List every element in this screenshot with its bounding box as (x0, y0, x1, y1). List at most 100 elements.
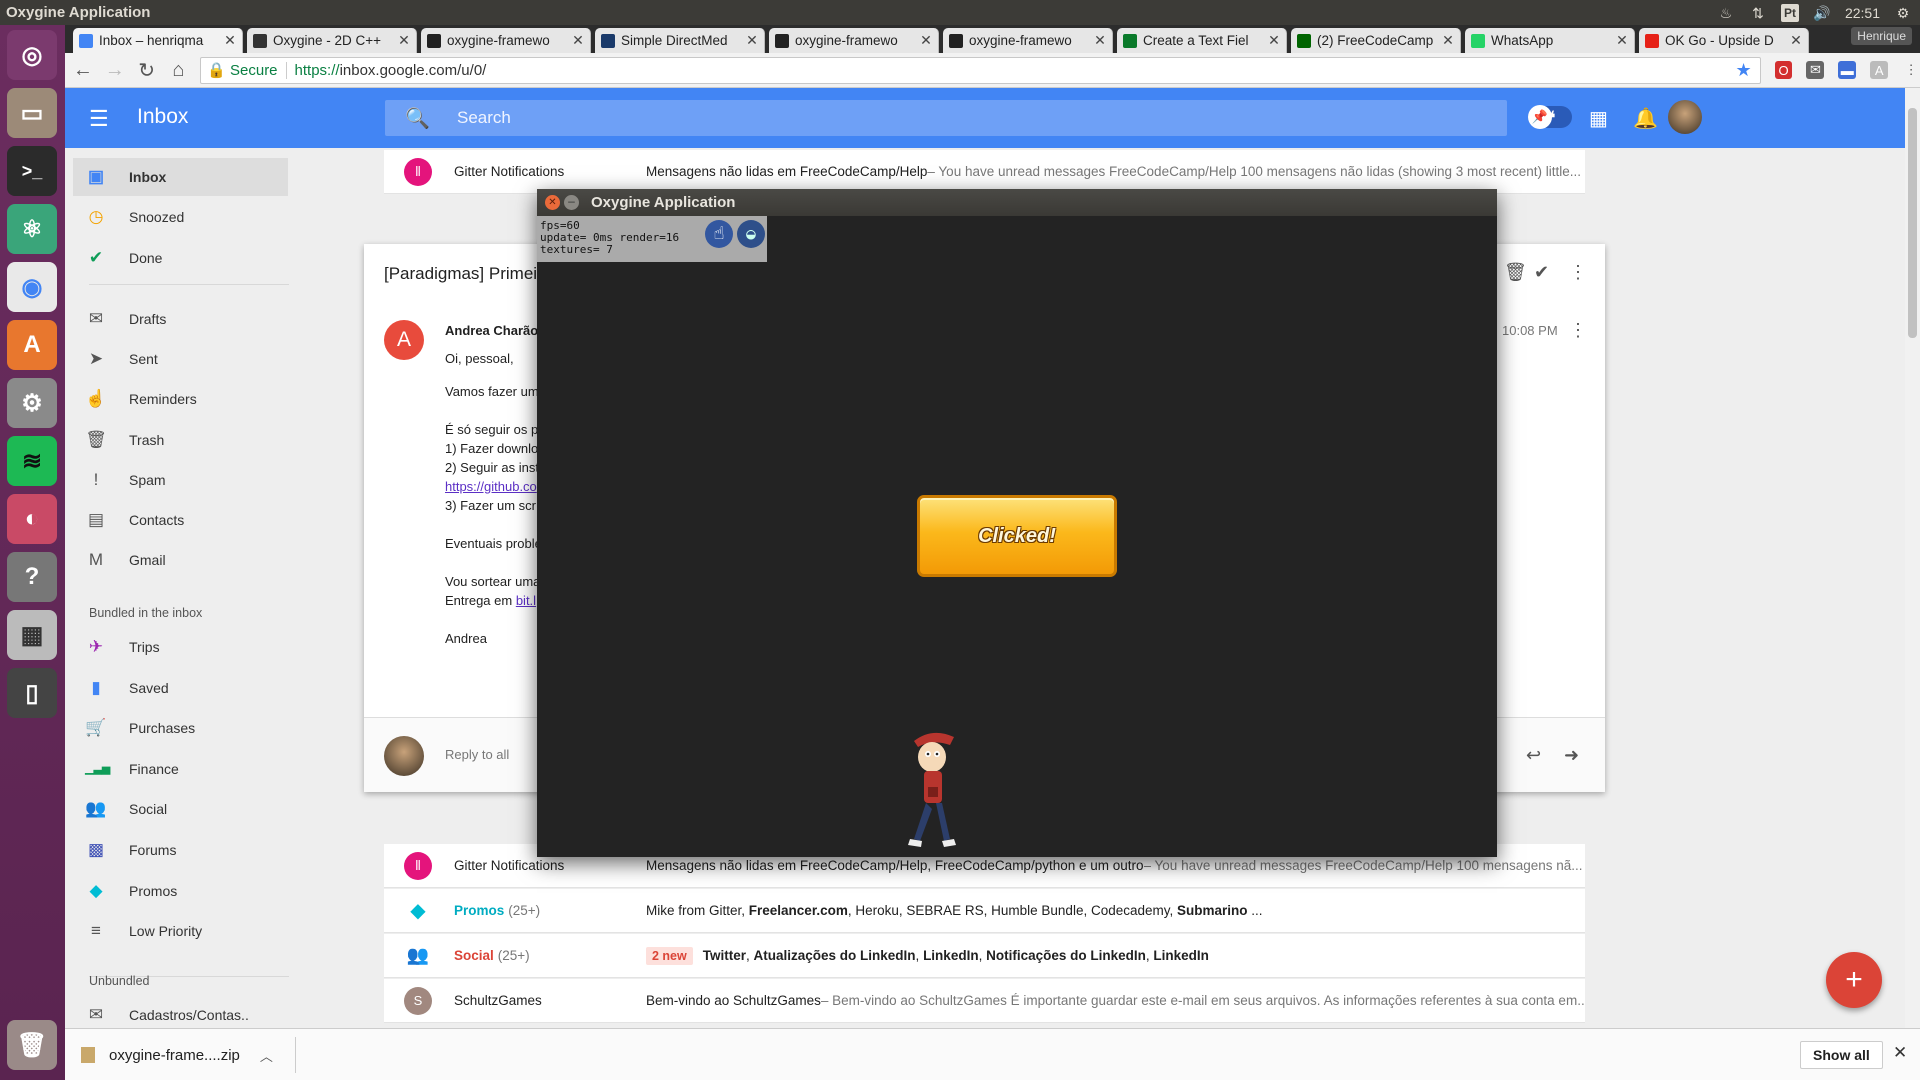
chrome-menu-icon[interactable]: ⋮ (1902, 61, 1920, 79)
sidebar-item-contacts[interactable]: ▤ Contacts (73, 501, 288, 539)
search-bar[interactable]: 🔍 (385, 100, 1507, 136)
tab[interactable]: Inbox – henriqma ✕ (73, 28, 243, 53)
tab[interactable]: Create a Text Fiel ✕ (1117, 28, 1287, 53)
mail-row-gitter-top[interactable]: ⫴ Gitter Notifications Mensagens não lid… (384, 150, 1585, 194)
sidebar-item-finance[interactable]: ▁▃▅ Finance (73, 750, 288, 788)
sidebar-item-forums[interactable]: ▩ Forums (73, 831, 288, 869)
profile-button[interactable]: Henrique (1851, 27, 1912, 45)
tab-close-icon[interactable]: ✕ (398, 32, 410, 49)
trash-icon[interactable]: 🗑 (7, 1020, 57, 1070)
sidebar-item-low-priority[interactable]: ≡ Low Priority (73, 912, 288, 950)
sidebar-item-gmail[interactable]: M Gmail (73, 541, 288, 579)
tab-close-icon[interactable]: ✕ (1790, 32, 1802, 49)
calculator-icon[interactable]: ▦ (7, 610, 57, 660)
show-all-button[interactable]: Show all (1800, 1041, 1883, 1069)
opera-extension-icon[interactable]: O (1774, 61, 1793, 79)
mail-body-link[interactable]: bit.l (516, 593, 536, 608)
tab[interactable]: Oxygine - 2D C++ ✕ (247, 28, 417, 53)
mail-extension-icon[interactable]: ✉ (1806, 61, 1825, 79)
hat-icon[interactable]: ◒ (737, 220, 765, 248)
sender-name[interactable]: Andrea Charão (445, 323, 538, 338)
tab[interactable]: oxygine-framewo ✕ (769, 28, 939, 53)
tab-close-icon[interactable]: ✕ (920, 32, 932, 49)
tab-close-icon[interactable]: ✕ (1616, 32, 1628, 49)
tab[interactable]: oxygine-framewo ✕ (943, 28, 1113, 53)
sidebar-item-social[interactable]: 👥 Social (73, 790, 288, 828)
phone-icon[interactable]: ▯ (7, 668, 57, 718)
volume-icon[interactable]: 🔊 (1813, 4, 1831, 22)
notifications-bell-icon[interactable]: 🔔 (1633, 106, 1658, 131)
keyboard-layout-indicator[interactable]: Pt (1780, 3, 1799, 22)
sidebar-item-inbox[interactable]: ▣ Inbox (73, 158, 288, 196)
tab-close-icon[interactable]: ✕ (1268, 32, 1280, 49)
delete-icon[interactable]: 🗑 (1504, 262, 1527, 283)
tab[interactable]: (2) FreeCodeCamp ✕ (1291, 28, 1461, 53)
hangouts-icon[interactable]: ❝ (1545, 106, 1556, 131)
software-center-icon[interactable]: A (7, 320, 57, 370)
files-icon[interactable]: ▭ (7, 88, 57, 138)
hamburger-menu-icon[interactable]: ☰ (89, 106, 109, 132)
clock[interactable]: 22:51 (1845, 5, 1880, 21)
mail-row-letter[interactable]: S SchultzGames Bem-vindo ao SchultzGames –… (384, 979, 1585, 1023)
mail-body-link[interactable]: https://github.co (445, 479, 537, 494)
sidebar-item-saved[interactable]: ▮ Saved (73, 669, 288, 707)
sidebar-item-drafts[interactable]: ✉ Drafts (73, 300, 288, 338)
sidebar-item-sent[interactable]: ➤ Sent (73, 340, 288, 378)
account-avatar[interactable] (1668, 100, 1702, 134)
adobe-extension-icon[interactable]: A (1870, 61, 1889, 79)
sidebar-item-promos[interactable]: ◆ Promos (73, 872, 288, 910)
disk-icon[interactable]: ◐ (7, 494, 57, 544)
compose-button[interactable]: + (1826, 952, 1882, 1008)
back-icon[interactable]: ← (69, 56, 97, 84)
sidebar-item-reminders[interactable]: ☝ Reminders (73, 380, 288, 418)
search-input[interactable] (455, 100, 1355, 136)
bookmark-star-icon[interactable]: ★ (1735, 60, 1751, 81)
tab[interactable]: Simple DirectMed ✕ (595, 28, 765, 53)
terminal-icon[interactable]: >_ (7, 146, 57, 196)
download-item[interactable]: oxygine-frame....zip ︿ (81, 1037, 273, 1073)
help-icon[interactable]: ? (7, 552, 57, 602)
mail-row-social[interactable]: 👥 Social (25+) 2 new Twitter, Atualizações d… (384, 934, 1585, 978)
tab[interactable]: oxygine-framewo ✕ (421, 28, 591, 53)
chevron-up-icon[interactable]: ︿ (260, 1046, 273, 1065)
close-icon[interactable]: ✕ (545, 195, 560, 210)
sidebar-item-trash[interactable]: 🗑 Trash (73, 421, 288, 459)
atom-icon[interactable]: ⚛ (7, 204, 57, 254)
tab[interactable]: WhatsApp ✕ (1465, 28, 1635, 53)
scrollbar-thumb[interactable] (1908, 108, 1917, 338)
address-bar[interactable]: 🔒 Secure https:// inbox.google.com /u/0/… (200, 56, 1761, 84)
search-icon[interactable]: 🔍 (405, 106, 430, 131)
clicked-button[interactable]: Clicked! (917, 495, 1117, 577)
ubuntu-dash-icon[interactable]: ◎ (7, 30, 57, 80)
home-icon[interactable]: ⌂ (164, 56, 192, 84)
tab-close-icon[interactable]: ✕ (1094, 32, 1106, 49)
apps-grid-icon[interactable]: ▦ (1589, 106, 1608, 131)
reply-icon[interactable]: ↩ (1526, 745, 1541, 766)
page-scrollbar[interactable] (1905, 88, 1920, 1028)
tab[interactable]: OK Go - Upside D ✕ (1639, 28, 1809, 53)
tab-close-icon[interactable]: ✕ (224, 32, 236, 49)
reply-to-all[interactable]: Reply to all (445, 747, 509, 762)
forward-icon[interactable]: ➜ (1564, 745, 1579, 766)
message-more-icon[interactable]: ⋮ (1569, 320, 1587, 341)
bookmark-extension-icon[interactable]: ▬ (1838, 61, 1857, 79)
oxygine-titlebar[interactable]: ✕ – Oxygine Application (537, 189, 1497, 216)
forward-icon[interactable]: → (101, 56, 129, 84)
close-icon[interactable]: ✕ (1893, 1043, 1907, 1063)
settings-icon[interactable]: ⚙ (7, 378, 57, 428)
more-options-icon[interactable]: ⋮ (1569, 262, 1587, 283)
sidebar-item-snoozed[interactable]: ◷ Snoozed (73, 198, 288, 236)
sidebar-item-done[interactable]: ✔ Done (73, 239, 288, 277)
sidebar-item-spam[interactable]: ! Spam (73, 461, 288, 499)
sidebar-item-trips[interactable]: ✈ Trips (73, 628, 288, 666)
reload-icon[interactable]: ↻ (133, 56, 161, 84)
chrome-icon[interactable]: ◉ (7, 262, 57, 312)
power-gear-icon[interactable]: ⚙ (1894, 4, 1912, 22)
touch-hand-icon[interactable]: ☝ (705, 220, 733, 248)
spotify-icon[interactable]: ≋ (7, 436, 57, 486)
sidebar-item-purchases[interactable]: 🛒 Purchases (73, 709, 288, 747)
tab-close-icon[interactable]: ✕ (572, 32, 584, 49)
mark-done-icon[interactable]: ✔ (1534, 262, 1549, 283)
tab-close-icon[interactable]: ✕ (1442, 32, 1454, 49)
mail-row-promos[interactable]: ◆ Promos (25+) Mike from Gitter, Freelancer… (384, 889, 1585, 933)
